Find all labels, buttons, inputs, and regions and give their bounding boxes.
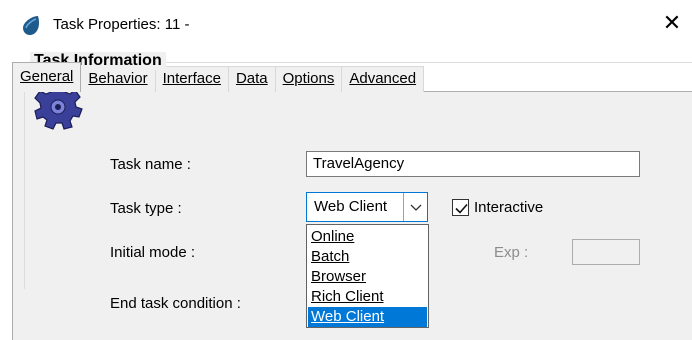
- close-icon: ✕: [662, 11, 682, 36]
- task-type-label: Task type :: [110, 200, 182, 217]
- tab-general[interactable]: General: [12, 62, 82, 92]
- task-properties-window: Task Properties: 11 - ✕ General Behavior…: [0, 0, 692, 340]
- window-title: Task Properties: 11 -: [53, 16, 190, 33]
- dropdown-option-label: Web Client: [311, 308, 385, 325]
- dropdown-option-label: Rich Client: [311, 288, 384, 305]
- end-task-condition-label: End task condition :: [110, 295, 241, 312]
- dropdown-option-rich-client[interactable]: Rich Client: [308, 287, 427, 307]
- interactive-checkbox[interactable]: [452, 199, 469, 216]
- task-type-combo[interactable]: Web Client: [306, 192, 428, 222]
- title-bar: Task Properties: 11 - ✕: [0, 0, 692, 50]
- checkmark-icon: [455, 203, 468, 214]
- exp-field[interactable]: [572, 239, 640, 265]
- exp-label: Exp :: [494, 244, 529, 261]
- dropdown-option-label: Online: [311, 228, 355, 245]
- dropdown-option-online[interactable]: Online: [308, 227, 427, 247]
- app-drop-icon: [23, 16, 39, 35]
- initial-mode-label: Initial mode :: [110, 244, 196, 261]
- task-type-value: Web Client: [314, 198, 388, 215]
- chevron-down-icon: [410, 204, 422, 211]
- close-button[interactable]: ✕: [658, 10, 686, 38]
- task-type-dropdown-list: Online Batch Browser Rich Client Web Cli…: [306, 224, 429, 328]
- interactive-label: Interactive: [474, 199, 544, 216]
- tab-general-label: General: [20, 68, 74, 85]
- dropdown-option-batch[interactable]: Batch: [308, 247, 427, 267]
- task-name-label: Task name :: [110, 156, 191, 173]
- dropdown-option-web-client[interactable]: Web Client: [308, 307, 427, 327]
- task-type-dropdown-button[interactable]: [403, 193, 427, 221]
- dropdown-option-label: Batch: [311, 248, 350, 265]
- dropdown-option-browser[interactable]: Browser: [308, 267, 427, 287]
- dropdown-option-label: Browser: [311, 268, 367, 285]
- task-name-input[interactable]: TravelAgency: [306, 151, 640, 177]
